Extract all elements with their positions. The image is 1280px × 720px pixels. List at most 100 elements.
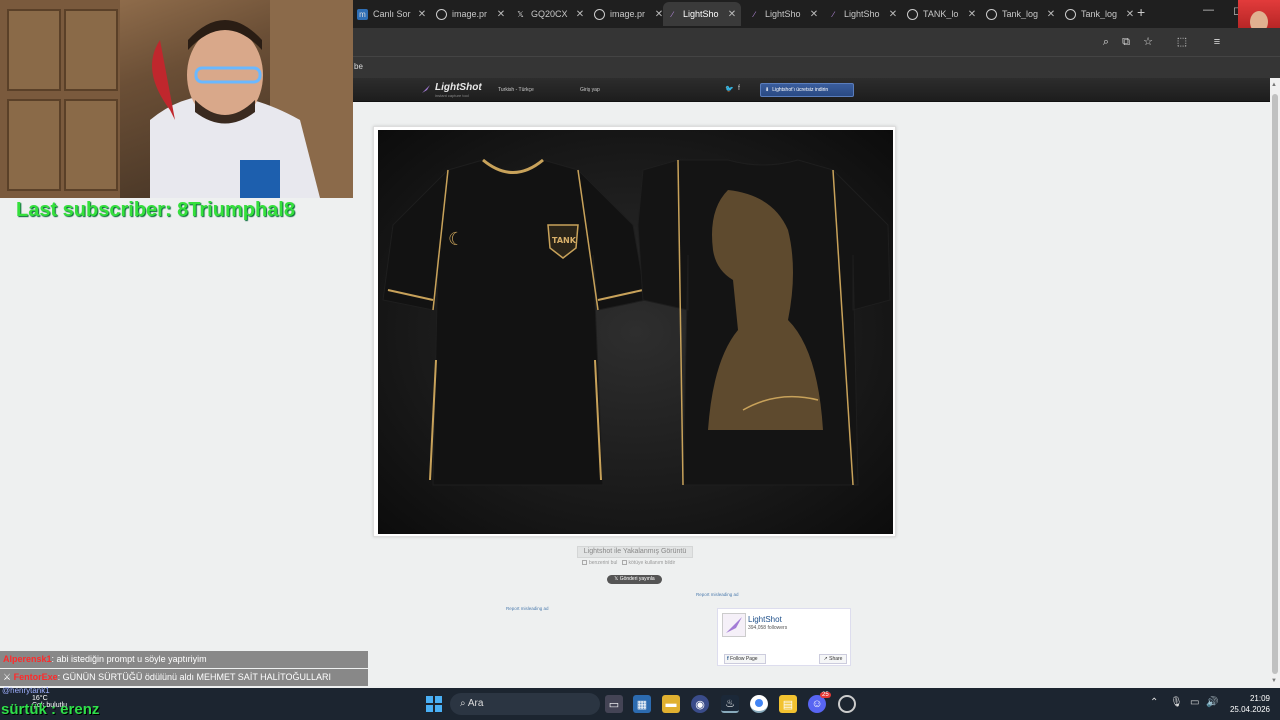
close-icon[interactable]: ✕ — [416, 9, 428, 20]
browser-tab[interactable]: Tank_log ✕ — [1061, 2, 1139, 26]
screenshot-frame: ☾ TANK — [373, 126, 896, 537]
settings-app-icon[interactable]: ◉ — [691, 695, 709, 713]
app-icon[interactable] — [838, 695, 856, 713]
close-icon[interactable]: ✕ — [808, 9, 820, 20]
download-button[interactable]: ⬇ Lightshot'ı ücretsiz indirin — [760, 83, 854, 97]
x-icon: 𝕏 — [517, 9, 524, 19]
globe-icon — [436, 8, 447, 20]
tweet-label: Gönderi yayınla — [619, 576, 655, 582]
windows-taskbar: ⌕ Ara ▭ ▦ ▬ ◉ ♨ ▤ ☺ 25 ⌃ 🎙 ▭ 🔊 21:09 25.… — [0, 688, 1280, 720]
calculator-icon[interactable]: ▦ — [633, 695, 651, 713]
close-icon[interactable]: ✕ — [1045, 9, 1057, 20]
feather-icon: ∕ — [753, 9, 756, 19]
close-icon[interactable]: ✕ — [887, 9, 899, 20]
close-icon[interactable]: ✕ — [966, 9, 978, 20]
browser-tab[interactable]: m Canlı Sor ✕ — [353, 2, 431, 26]
facebook-icon[interactable]: f — [738, 85, 740, 92]
facebook-page-widget: LightShot 394,058 followers f Follow Pag… — [717, 608, 851, 666]
sticky-notes-icon[interactable]: ▤ — [779, 695, 797, 713]
feather-icon — [422, 85, 430, 93]
streamer-handle: @henrytank1 — [2, 686, 50, 695]
chevron-up-icon[interactable]: ⌃ — [1150, 697, 1158, 708]
share-button[interactable]: ↗ Share — [819, 654, 847, 664]
browser-tab[interactable]: image.pr ✕ — [590, 2, 668, 26]
clock-time: 21:09 — [1249, 694, 1270, 703]
chrome-icon[interactable] — [750, 695, 768, 713]
windows-start-icon[interactable] — [425, 695, 443, 713]
find-similar-link[interactable]: benzerini bul — [589, 560, 617, 566]
scroll-up-icon[interactable]: ▲ — [1271, 82, 1277, 88]
report-abuse-icon[interactable] — [621, 560, 627, 566]
minimize-icon[interactable]: — — [1203, 4, 1214, 16]
report-ad-link-left[interactable]: Report misleading ad — [506, 606, 549, 611]
twitter-icon[interactable]: 🐦 — [725, 85, 734, 93]
volume-icon[interactable]: 🔊 — [1206, 697, 1218, 708]
screenshot-options: benzerini bul kötüye kullanım bildir — [582, 560, 675, 566]
page-scrollbar[interactable]: ▲ ▼ — [1270, 78, 1280, 688]
system-clock[interactable]: 21:09 25.04.2026 — [1228, 693, 1270, 715]
stream-overlay-text: sürtük : erenz — [1, 701, 100, 718]
file-explorer-icon[interactable]: ▬ — [662, 695, 680, 713]
taskbar-search[interactable]: ⌕ Ara — [450, 693, 600, 715]
bookmark-item[interactable]: be — [354, 62, 363, 71]
discord-badge: 25 — [820, 692, 831, 698]
scroll-thumb[interactable] — [1272, 94, 1278, 674]
lightshot-tagline: instant capture tool — [435, 93, 469, 98]
taskbar-search-label: Ara — [467, 698, 484, 709]
close-icon[interactable]: ✕ — [726, 9, 738, 20]
close-icon[interactable]: ✕ — [495, 9, 507, 20]
svg-text:TANK: TANK — [552, 236, 577, 245]
chat-username: FentorExe — [13, 672, 58, 682]
browser-toolbar: ⌕ ⧉ ☆ ⬚ ≡ — [353, 28, 1280, 56]
follow-page-button[interactable]: f Follow Page — [724, 654, 766, 664]
zoom-icon[interactable]: ⌕ — [1099, 35, 1113, 49]
close-icon[interactable]: ✕ — [574, 9, 586, 20]
tweet-button[interactable]: 𝕏 Gönderi yayınla — [607, 575, 662, 584]
extensions-icon[interactable]: ⬚ — [1175, 35, 1189, 49]
report-ad-link-right[interactable]: Report misleading ad — [696, 592, 739, 597]
feather-icon: ∕ — [671, 9, 674, 19]
app-icon: m — [357, 8, 368, 20]
browser-tab[interactable]: ∕ LightSho ✕ — [824, 2, 902, 26]
globe-icon — [1065, 8, 1076, 20]
star-icon[interactable]: ☆ — [1141, 35, 1155, 49]
sword-icon: ⚔ — [3, 672, 14, 682]
browser-tab[interactable]: ∕ LightSho ✕ — [745, 2, 823, 26]
globe-icon — [594, 8, 605, 20]
browser-tab[interactable]: Tank_log ✕ — [982, 2, 1060, 26]
task-view-icon[interactable]: ▭ — [605, 695, 623, 713]
browser-tab[interactable]: image.pr ✕ — [432, 2, 510, 26]
follow-page-label: Follow Page — [730, 656, 758, 662]
screenshot-caption: Lightshot ile Yakalanmış Görüntü — [577, 546, 693, 558]
lightshot-page-avatar[interactable] — [722, 613, 746, 637]
lightshot-header: LightShot instant capture tool Turkish -… — [353, 78, 1270, 102]
close-icon[interactable]: ✕ — [1124, 9, 1136, 20]
screenshot-image[interactable]: ☾ TANK — [378, 130, 893, 534]
chat-message: ⚔ FentorExe: GÜNÜN SÜRTÜĞÜ ödülünü aldı … — [0, 669, 368, 686]
new-tab-button[interactable]: + — [1137, 4, 1145, 20]
steam-icon[interactable]: ♨ — [721, 695, 739, 713]
display-icon[interactable]: ▭ — [1190, 697, 1199, 708]
language-select[interactable]: Turkish - Türkçe — [498, 87, 534, 93]
microphone-icon[interactable]: 🎙 — [1170, 697, 1183, 708]
bookmarks-bar: be — [353, 56, 1280, 78]
search-icon: ⌕ — [460, 698, 468, 709]
screenshot-icon[interactable]: ⧉ — [1119, 35, 1133, 49]
browser-tab[interactable]: TANK_lo ✕ — [903, 2, 981, 26]
chat-username: Alperensk1 — [3, 654, 52, 664]
menu-icon[interactable]: ≡ — [1210, 35, 1224, 49]
login-link[interactable]: Giriş yap — [580, 87, 600, 93]
fb-page-name[interactable]: LightShot — [748, 615, 782, 624]
webcam-feed — [0, 0, 353, 198]
download-label: Lightshot'ı ücretsiz indirin — [772, 87, 829, 93]
scroll-down-icon[interactable]: ▼ — [1271, 678, 1277, 684]
stream-chat: Alperensk1: abi istediğin prompt u söyle… — [0, 651, 368, 687]
fb-followers-count: 394,058 followers — [748, 625, 788, 631]
lightshot-logo[interactable]: LightShot — [435, 82, 482, 93]
browser-tab[interactable]: 𝕏 GQ20CX ✕ — [511, 2, 589, 26]
svg-text:☾: ☾ — [448, 229, 464, 250]
last-subscriber-label: Last subscriber: 8Triumphal8 — [16, 199, 295, 221]
browser-tab-active[interactable]: ∕ LightSho ✕ — [663, 2, 741, 26]
find-similar-icon[interactable] — [582, 560, 587, 566]
report-abuse-link[interactable]: kötüye kullanım bildir — [629, 560, 676, 566]
